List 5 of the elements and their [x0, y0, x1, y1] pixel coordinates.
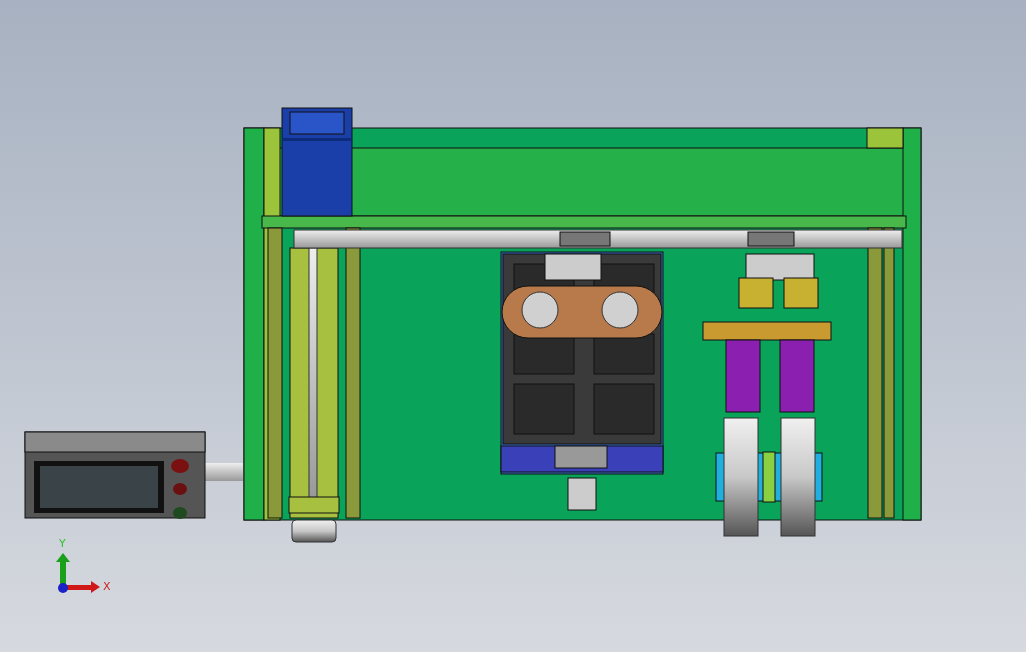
x-axis-arrow-icon — [66, 581, 100, 593]
y-axis-arrow-icon — [56, 553, 70, 584]
y-axis-label: Y — [59, 537, 66, 550]
z-axis-dot-icon — [58, 583, 68, 593]
x-axis-label: X — [103, 580, 111, 593]
